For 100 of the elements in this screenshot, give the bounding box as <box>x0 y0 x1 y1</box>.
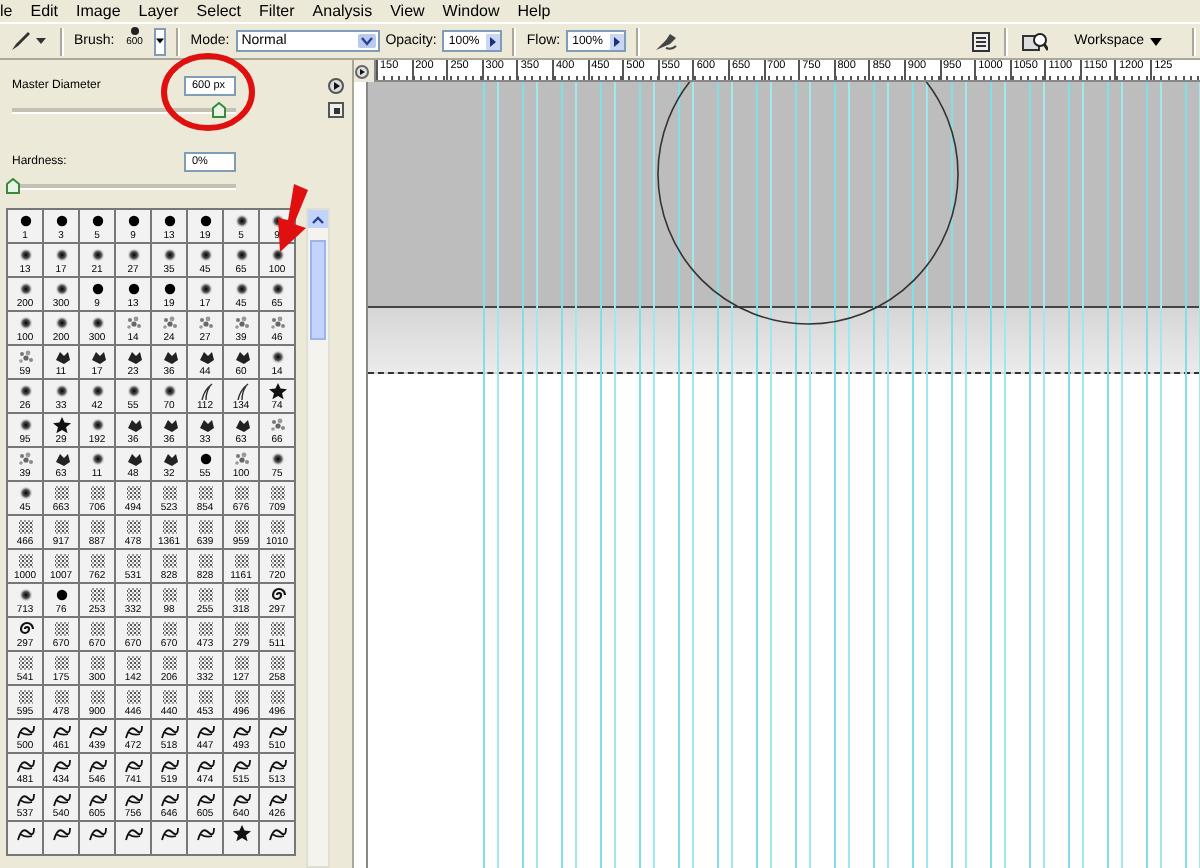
brush-tip-icon <box>49 416 73 434</box>
brush-tip-icon <box>121 790 145 808</box>
brush-tip-icon <box>85 654 109 672</box>
brush-tip-icon <box>13 722 37 740</box>
airbrush-icon <box>654 31 679 51</box>
brush-tip-icon <box>85 790 109 808</box>
menu-item[interactable]: Analysis <box>312 2 373 20</box>
brush-tip-icon <box>121 722 145 740</box>
brush-tip-icon <box>49 552 73 570</box>
scroll-thumb[interactable] <box>310 240 326 340</box>
brush-tip-icon <box>265 722 289 740</box>
menu-item[interactable]: Image <box>76 2 121 20</box>
brush-preset[interactable] <box>224 822 258 854</box>
caret-icon <box>156 38 165 44</box>
brush-tip-icon <box>265 314 289 332</box>
menu-item[interactable]: Filter <box>259 2 295 20</box>
brush-tip-icon <box>193 688 217 706</box>
scrollbar[interactable] <box>306 208 330 868</box>
brush-tip-icon <box>121 756 145 774</box>
brush-tip-icon <box>121 620 145 638</box>
brush-tip-icon <box>157 620 181 638</box>
panel-menu-button[interactable] <box>328 78 344 94</box>
brush-tip-icon <box>193 314 217 332</box>
brush-tip-icon <box>193 552 217 570</box>
brush-tip-icon <box>85 620 109 638</box>
brush-preset[interactable] <box>260 822 294 854</box>
expand-icon <box>354 63 370 79</box>
scroll-up-button[interactable] <box>308 210 328 228</box>
brush-tip-icon <box>157 790 181 808</box>
brush-tip-icon <box>229 518 253 536</box>
brush-icon <box>10 30 32 52</box>
brush-tip-icon <box>157 314 181 332</box>
brush-tip-icon <box>229 586 253 604</box>
brush-tip-icon <box>193 586 217 604</box>
brush-tip-icon <box>49 790 73 808</box>
brush-tip-icon <box>229 654 253 672</box>
brush-tip-icon <box>157 586 181 604</box>
brush-preset[interactable] <box>80 822 114 854</box>
caret-icon <box>1150 37 1162 45</box>
document-icon <box>972 31 991 51</box>
brush-tip-icon <box>121 824 145 842</box>
brush-tool-button[interactable] <box>6 28 50 54</box>
brush-tip-icon <box>229 450 253 468</box>
magnifier-icon <box>1022 31 1049 51</box>
brush-tip-icon <box>13 450 37 468</box>
browse-button[interactable] <box>1018 28 1053 54</box>
hardness-slider[interactable] <box>12 184 236 190</box>
chevron-up-icon <box>312 215 324 223</box>
brush-tip-icon <box>49 620 73 638</box>
dropdown-button[interactable] <box>154 27 167 55</box>
brush-tip-icon <box>49 824 73 842</box>
menu-item[interactable]: le <box>0 2 13 20</box>
master-diameter-slider[interactable] <box>12 108 236 114</box>
brush-preset[interactable] <box>8 822 42 854</box>
brush-tip-icon <box>85 518 109 536</box>
menu-item[interactable]: View <box>390 2 425 20</box>
annotation-arrow <box>274 184 310 252</box>
brush-tip-icon <box>121 552 145 570</box>
brush-tip-icon <box>49 688 73 706</box>
new-page-icon <box>328 102 344 118</box>
brush-preset[interactable] <box>188 822 222 854</box>
brush-tip-icon <box>85 756 109 774</box>
brush-tip-icon <box>121 654 145 672</box>
brush-tip-icon <box>13 790 37 808</box>
brush-tip-icon <box>193 620 217 638</box>
brush-preset[interactable] <box>116 822 150 854</box>
new-preset-button[interactable] <box>328 102 344 118</box>
menu-item[interactable]: Select <box>196 2 242 20</box>
brush-tip-icon <box>193 484 217 502</box>
menu-item[interactable]: Window <box>442 2 500 20</box>
brush-tip-icon <box>193 654 217 672</box>
menu-item[interactable]: Edit <box>30 2 59 20</box>
palette-button[interactable] <box>968 28 995 54</box>
annotation-circle <box>160 52 256 132</box>
brush-tip-icon <box>265 790 289 808</box>
brush-tip-icon <box>13 824 37 842</box>
slider-thumb[interactable] <box>6 178 20 194</box>
brush-tip-icon <box>157 552 181 570</box>
brush-tip-icon <box>13 688 37 706</box>
brush-tip-icon <box>157 518 181 536</box>
menu-item[interactable]: Layer <box>138 2 179 20</box>
brush-tip-icon <box>85 824 109 842</box>
brush-tip-icon <box>265 654 289 672</box>
brush-tip-icon <box>85 688 109 706</box>
arrow-right-icon <box>610 33 625 49</box>
brush-tip-icon <box>121 586 145 604</box>
brush-tip-icon <box>193 790 217 808</box>
menu-item[interactable]: Help <box>517 2 551 20</box>
brush-tip-icon <box>121 314 145 332</box>
brush-tip-icon <box>49 756 73 774</box>
slider-thumb[interactable] <box>212 102 227 118</box>
brush-tip-icon <box>49 518 73 536</box>
brush-preset[interactable] <box>152 822 186 854</box>
brush-tip-icon <box>229 722 253 740</box>
brush-preset[interactable] <box>44 822 78 854</box>
brush-tip-icon <box>121 484 145 502</box>
brush-tip-icon <box>157 722 181 740</box>
brush-tip-icon <box>157 484 181 502</box>
brush-tip-icon <box>265 518 289 536</box>
brush-tip-icon <box>229 756 253 774</box>
